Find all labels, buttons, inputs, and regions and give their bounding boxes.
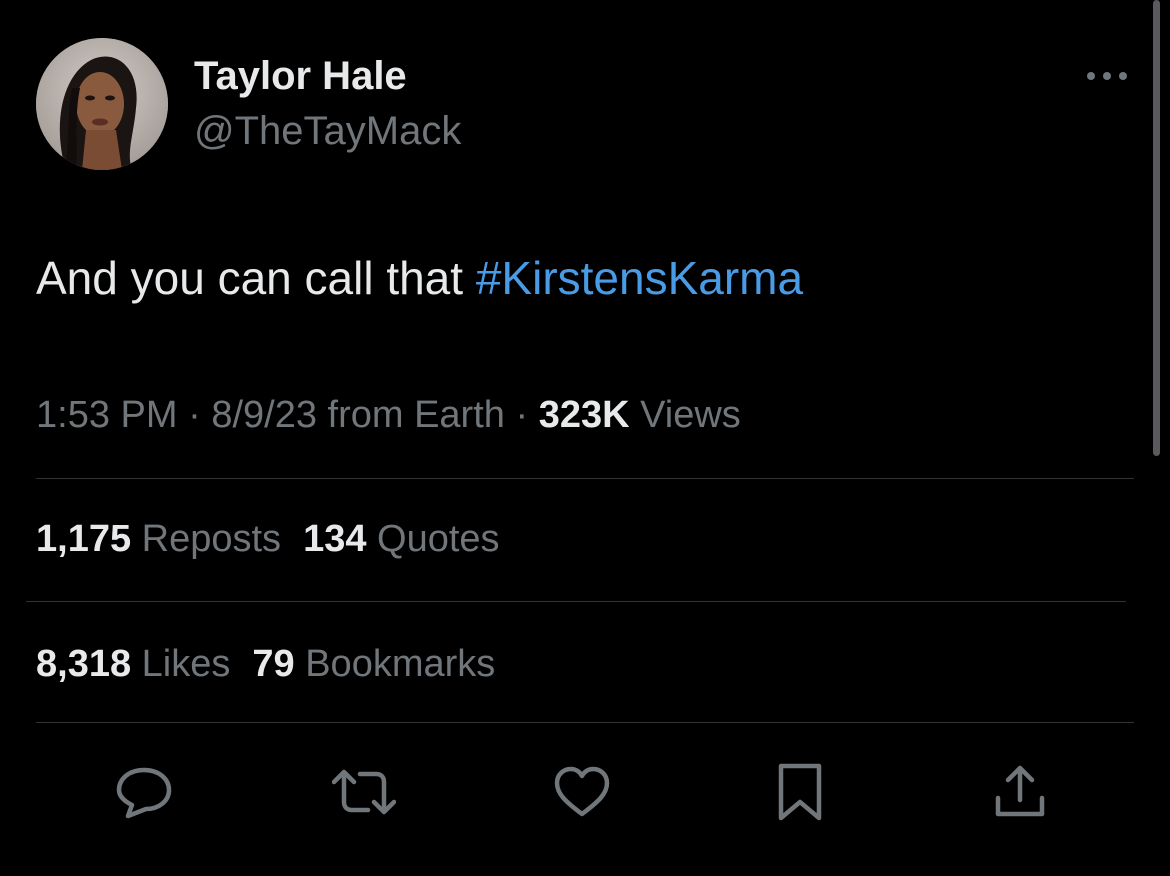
likes-label: Likes <box>131 643 231 685</box>
bookmark-button[interactable] <box>768 760 832 824</box>
tweet-time[interactable]: 1:53 PM <box>36 394 178 436</box>
tweet-text: And you can call that #KirstensKarma <box>36 250 803 306</box>
action-bar <box>0 760 1170 824</box>
bookmarks-count: 79 <box>252 643 295 685</box>
reply-button[interactable] <box>112 760 176 824</box>
bookmark-icon <box>778 763 822 821</box>
quotes-stat[interactable]: 134 Quotes <box>303 518 499 560</box>
divider <box>36 722 1134 723</box>
likes-stat[interactable]: 8,318 Likes <box>36 643 230 685</box>
reposts-count: 1,175 <box>36 518 132 560</box>
meta-separator: · <box>177 394 212 436</box>
divider <box>26 601 1126 602</box>
divider <box>36 478 1134 479</box>
views-count: 323K <box>538 394 630 436</box>
stats-row-likes: 8,318 Likes 79 Bookmarks <box>36 641 517 687</box>
quotes-count: 134 <box>303 518 367 560</box>
bookmarks-stat[interactable]: 79 Bookmarks <box>252 643 495 685</box>
repost-icon <box>332 769 396 815</box>
tweet-date-source[interactable]: 8/9/23 from Earth <box>211 394 505 436</box>
scrollbar[interactable] <box>1153 0 1160 456</box>
views-label: Views <box>629 394 741 436</box>
profile-photo-icon <box>36 38 168 170</box>
ellipsis-icon <box>1087 72 1127 80</box>
likes-count: 8,318 <box>36 643 132 685</box>
user-handle[interactable]: @TheTayMack <box>194 107 461 155</box>
hashtag-link[interactable]: #KirstensKarma <box>476 252 803 304</box>
stats-row-reposts: 1,175 Reposts 134 Quotes <box>36 516 522 562</box>
avatar[interactable] <box>36 38 168 170</box>
share-button[interactable] <box>988 760 1052 824</box>
like-button[interactable] <box>550 760 614 824</box>
repost-button[interactable] <box>332 760 396 824</box>
share-icon <box>995 765 1045 817</box>
display-name[interactable]: Taylor Hale <box>194 52 407 100</box>
reposts-stat[interactable]: 1,175 Reposts <box>36 518 281 560</box>
meta-separator: · <box>504 394 539 436</box>
heart-icon <box>554 766 610 817</box>
bookmarks-label: Bookmarks <box>294 643 496 685</box>
reposts-label: Reposts <box>131 518 282 560</box>
tweet-text-body: And you can call that <box>36 252 476 304</box>
tweet-meta: 1:53 PM · 8/9/23 from Earth · 323K Views <box>36 392 741 438</box>
reply-icon <box>116 767 172 819</box>
more-options-button[interactable] <box>1082 62 1132 90</box>
quotes-label: Quotes <box>366 518 500 560</box>
